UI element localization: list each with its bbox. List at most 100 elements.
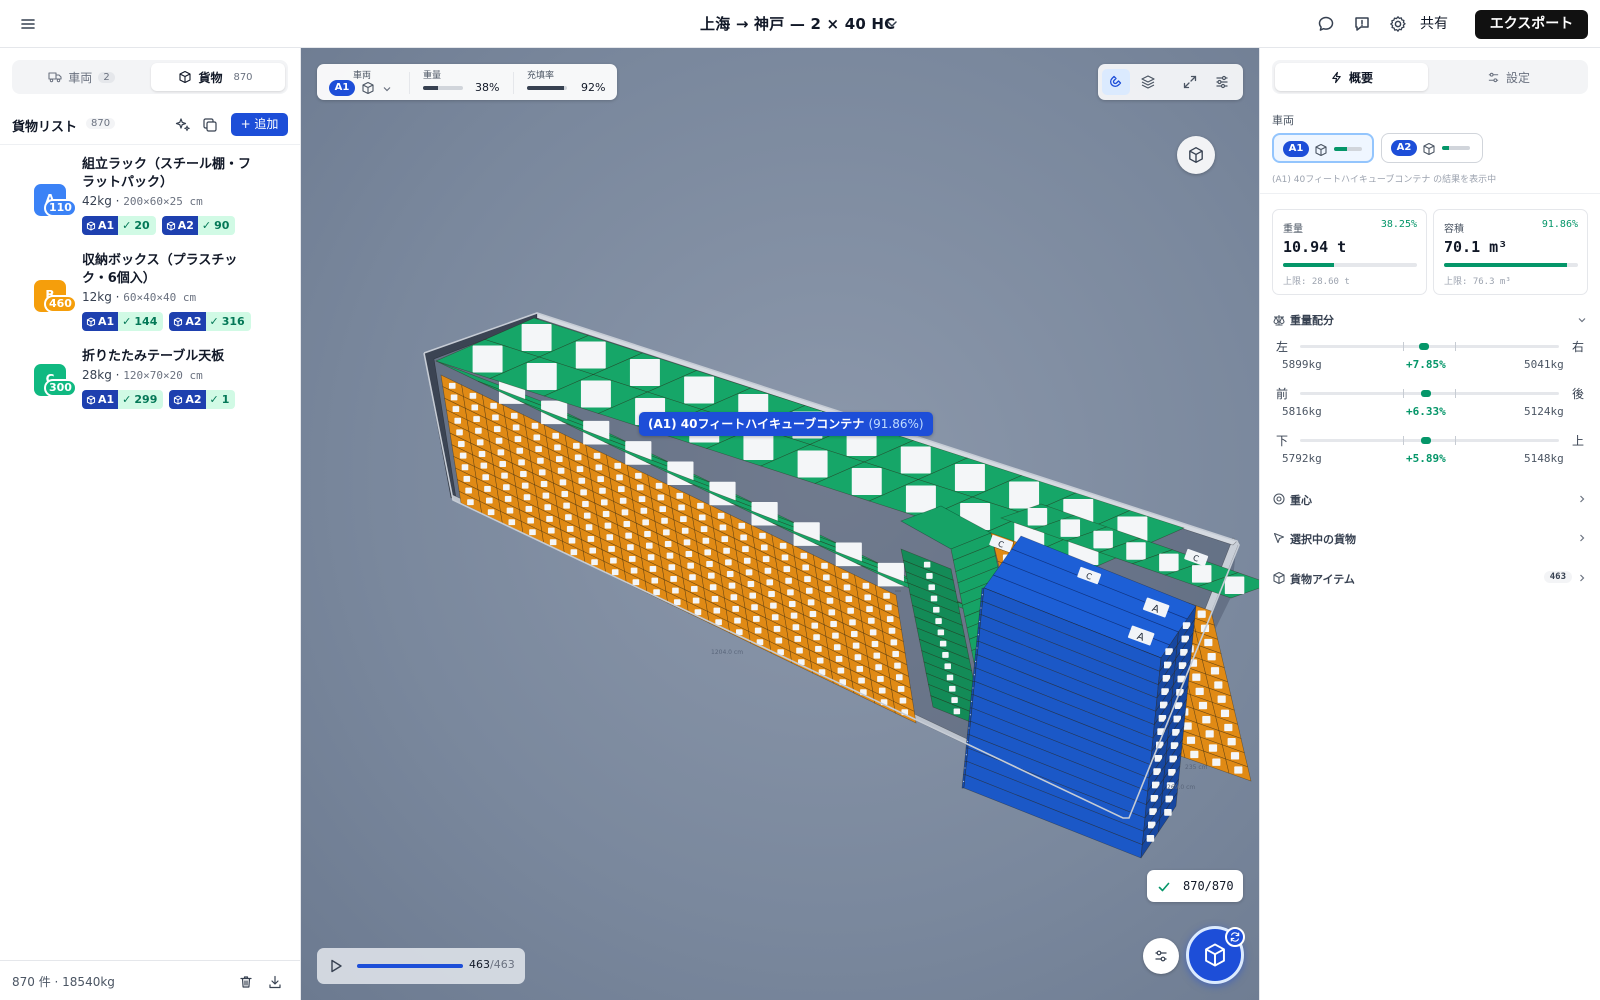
- box-label: [734, 617, 741, 624]
- copy-icon[interactable]: [201, 116, 219, 134]
- weight-card-limit: 上限: 28.60 t: [1283, 277, 1350, 287]
- container-3d-scene[interactable]: AACCC: [301, 48, 1259, 1000]
- chevron-right-icon: [1576, 493, 1588, 505]
- run-packing-button[interactable]: [1186, 926, 1245, 984]
- settings-gear-icon[interactable]: [1388, 14, 1408, 34]
- sidebar-footer: 870 件 · 18540kg: [0, 960, 300, 1000]
- box-label: [832, 632, 839, 639]
- weight-distribution-header[interactable]: 重量配分: [1272, 310, 1588, 330]
- rear-weight: 5124kg: [1524, 405, 1564, 418]
- box-label: [1195, 687, 1204, 696]
- box-label: [640, 507, 648, 514]
- cargo-item-c[interactable]: C 300 折りたたみテーブル天板 28kg · 120×70×20 cm A1…: [0, 348, 300, 424]
- sliders-icon[interactable]: [1208, 69, 1236, 95]
- vehicle-selector[interactable]: A1: [329, 80, 355, 96]
- box-label: [975, 660, 977, 662]
- export-button[interactable]: エクスポート: [1475, 10, 1588, 39]
- box-label: [454, 417, 462, 424]
- box-label: [890, 639, 898, 646]
- section-cargo-items[interactable]: 貨物アイテム 463: [1272, 568, 1588, 590]
- vehicle-fill-bar: [1334, 147, 1362, 151]
- box-label: [566, 525, 574, 532]
- feedback-icon[interactable]: [1352, 14, 1372, 34]
- box-label: [1214, 681, 1223, 689]
- balance-marker: [1420, 390, 1431, 397]
- box-label: [1207, 653, 1216, 661]
- vehicle-section-label: 車両: [1272, 114, 1294, 127]
- menu-icon[interactable]: [18, 14, 38, 34]
- tab-overview-label: 概要: [1348, 70, 1373, 85]
- box-label: [473, 416, 480, 423]
- box-label: [965, 754, 967, 756]
- box-label: [742, 546, 749, 553]
- play-icon[interactable]: [325, 956, 347, 976]
- box-label: [690, 585, 698, 592]
- playback-slider[interactable]: [357, 964, 463, 968]
- share-button[interactable]: 共有: [1420, 12, 1448, 36]
- tab-cargo-label: 貨物: [198, 70, 223, 85]
- box-label: [873, 652, 881, 659]
- volume-card-limit: 上限: 76.3 m³: [1444, 277, 1511, 287]
- layers-icon[interactable]: [1134, 69, 1162, 95]
- box-label: [676, 492, 684, 499]
- package-icon: [1202, 942, 1228, 968]
- box-label: [749, 592, 757, 599]
- chevron-down-icon[interactable]: [884, 16, 900, 32]
- box-label: [661, 517, 668, 524]
- download-icon[interactable]: [267, 974, 283, 990]
- add-cargo-button[interactable]: + 追加: [231, 113, 288, 136]
- box-label: [976, 647, 978, 649]
- view-cube-icon[interactable]: [1177, 136, 1215, 174]
- box-label: [805, 587, 813, 594]
- chat-icon[interactable]: [1316, 14, 1336, 34]
- tab-cargo[interactable]: 貨物 870: [151, 63, 285, 91]
- tab-vehicles[interactable]: 車両 2: [15, 63, 148, 91]
- 3d-viewport[interactable]: AACCC 1204.0 cm 235 cm 269.0 cm (A1) 40フ…: [301, 48, 1259, 1000]
- box-label: [732, 605, 739, 612]
- summary-panel: 概要 設定 車両 A1 A2 (A1) 40フィートハイキューブコンテナ の結果…: [1259, 48, 1600, 1000]
- cargo-item-b[interactable]: B 460 収納ボックス（プラスチック・6個入） 12kg · 60×40×40…: [0, 252, 300, 344]
- box-label: [939, 640, 947, 647]
- section-center-of-gravity[interactable]: 重心: [1272, 489, 1588, 511]
- section-selected-cargo[interactable]: 選択中の貨物: [1272, 528, 1588, 550]
- placed-count: 870/870: [1183, 879, 1234, 893]
- box-label: [480, 462, 488, 469]
- tab-settings-label: 設定: [1505, 70, 1530, 85]
- box-label: [740, 534, 747, 541]
- cargo-qty-badge: 460: [44, 295, 77, 313]
- tab-settings[interactable]: 設定: [1432, 63, 1585, 91]
- vehicle-chip-a2[interactable]: A2: [1381, 133, 1483, 163]
- box-label: [946, 674, 954, 681]
- box-label: [490, 402, 497, 409]
- box-label: [726, 571, 734, 577]
- box-label: [719, 524, 727, 531]
- container-label[interactable]: (A1) 40フィートハイキューブコンテナ (91.86%): [639, 412, 933, 436]
- chevron-down-icon: [1576, 314, 1588, 326]
- tune-icon[interactable]: [1143, 938, 1179, 974]
- cargo-weight: 28kg: [82, 368, 112, 382]
- box-label: [697, 502, 704, 509]
- sparkle-icon[interactable]: [174, 116, 192, 134]
- tab-overview[interactable]: 概要: [1275, 63, 1428, 91]
- box-label: [459, 452, 467, 459]
- chevron-down-icon[interactable]: [381, 83, 393, 95]
- vehicle-chip-a1[interactable]: A1: [1272, 133, 1374, 163]
- weight-card-pct: 38.25%: [1380, 219, 1417, 230]
- box-label: [503, 484, 510, 491]
- box-label: [754, 627, 762, 634]
- box-label: [604, 522, 612, 529]
- weight-distribution-title: 重量配分: [1290, 314, 1334, 327]
- magnet-icon[interactable]: [1102, 69, 1130, 95]
- box-label: [851, 468, 882, 495]
- expand-icon[interactable]: [1176, 69, 1204, 95]
- box-label: [779, 542, 787, 549]
- box-label: [666, 552, 674, 559]
- trash-icon[interactable]: [238, 974, 254, 990]
- cargo-item-a[interactable]: A 110 組立ラック（スチール棚・フラットパック） 42kg · 200×60…: [0, 156, 300, 248]
- box-label: [681, 527, 689, 534]
- check-icon: ✓: [122, 315, 132, 328]
- box-label: [888, 627, 896, 634]
- package-icon: [1272, 571, 1286, 585]
- box-label: [450, 394, 458, 401]
- box-label: [582, 501, 589, 507]
